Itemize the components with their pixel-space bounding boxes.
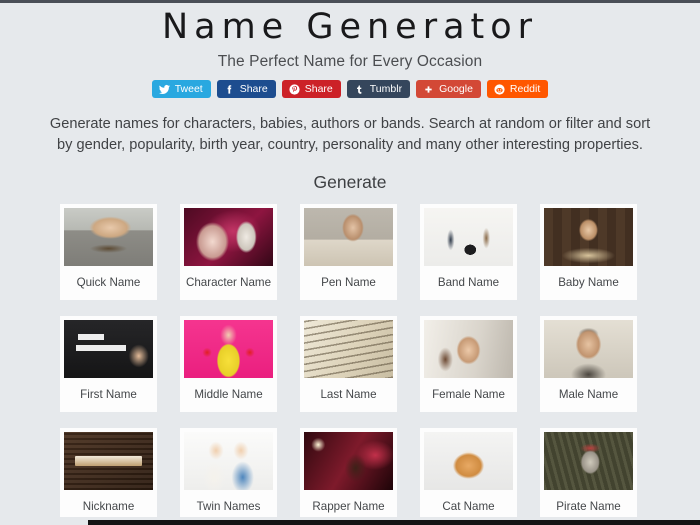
generator-card-last-name[interactable]: Last Name	[300, 315, 397, 412]
generator-card-character-name[interactable]: Character Name	[180, 203, 277, 300]
horizontal-scrollbar-thumb[interactable]	[88, 520, 700, 525]
generator-card-middle-name[interactable]: Middle Name	[180, 315, 277, 412]
horizontal-scrollbar[interactable]	[0, 517, 700, 525]
share-button-twitter-label: Tweet	[174, 83, 203, 95]
generator-card-rapper-name[interactable]: Rapper Name	[300, 427, 397, 524]
generator-card-label: Character Name	[185, 275, 272, 289]
page-title: Name Generator	[161, 7, 539, 47]
woman-yellow-dress-photo	[184, 319, 273, 378]
share-button-tumblr[interactable]: Tumblr	[346, 80, 411, 99]
generator-card-pen-name[interactable]: Pen Name	[300, 203, 397, 300]
generator-card-label: Baby Name	[558, 275, 619, 289]
nickname-wood-sign-photo	[64, 431, 153, 490]
smiling-woman-photo	[424, 319, 513, 378]
generator-card-label: Female Name	[432, 387, 505, 401]
generator-card-quick-name[interactable]: Quick Name	[60, 203, 157, 300]
generator-card-label: Band Name	[437, 275, 500, 289]
orange-kitten-photo	[424, 431, 513, 490]
share-button-reddit-label: Reddit	[509, 83, 541, 95]
rapper-on-stage-photo	[304, 431, 393, 490]
generator-card-female-name[interactable]: Female Name	[420, 315, 517, 412]
generator-card-cat-name[interactable]: Cat Name	[420, 427, 517, 524]
twin-sisters-photo	[184, 431, 273, 490]
generator-card-grid: Quick Name Character Name Pen Name Band …	[60, 203, 640, 524]
share-button-facebook[interactable]: Share	[216, 80, 276, 99]
writer-at-desk-photo	[304, 207, 393, 266]
share-button-pinterest[interactable]: Share	[281, 80, 341, 99]
name-generator-page: Name Generator The Perfect Name for Ever…	[0, 0, 700, 525]
generator-card-baby-name[interactable]: Baby Name	[540, 203, 637, 300]
generator-card-first-name[interactable]: First Name	[60, 315, 157, 412]
share-button-twitter[interactable]: Tweet	[151, 80, 211, 99]
generator-card-twin-names[interactable]: Twin Names	[180, 427, 277, 524]
generator-card-label: Male Name	[558, 387, 619, 401]
masked-woman-photo	[184, 207, 273, 266]
dictionary-surname-photo	[304, 319, 393, 378]
share-button-google-label: Google	[439, 83, 473, 95]
facebook-f-icon	[224, 84, 235, 95]
generator-card-label: Middle Name	[194, 387, 263, 401]
generator-card-label: Last Name	[320, 387, 377, 401]
google-plus-icon	[423, 84, 434, 95]
baby-with-books-photo	[544, 207, 633, 266]
smiling-man-glasses-photo	[544, 319, 633, 378]
generator-card-pirate-name[interactable]: Pirate Name	[540, 427, 637, 524]
tumblr-t-icon	[354, 84, 365, 95]
share-button-google[interactable]: Google	[416, 80, 481, 99]
pinterest-p-icon	[289, 84, 300, 95]
share-button-facebook-label: Share	[239, 83, 268, 95]
generator-card-male-name[interactable]: Male Name	[540, 315, 637, 412]
share-button-pinterest-label: Share	[304, 83, 333, 95]
share-button-reddit[interactable]: Reddit	[486, 80, 549, 99]
generator-card-label: First Name	[80, 387, 137, 401]
generator-card-label: Pen Name	[321, 275, 376, 289]
generator-card-nickname[interactable]: Nickname	[60, 427, 157, 524]
hello-my-name-is-photo	[64, 319, 153, 378]
twitter-bird-icon	[158, 84, 170, 95]
share-button-tumblr-label: Tumblr	[369, 83, 403, 95]
generator-card-band-name[interactable]: Band Name	[420, 203, 517, 300]
generator-card-label: Quick Name	[76, 275, 141, 289]
generate-section-heading: Generate	[313, 171, 387, 192]
rock-band-photo	[424, 207, 513, 266]
social-share-bar: Tweet Share Share Tumblr Google Reddit	[0, 80, 700, 99]
page-description: Generate names for characters, babies, a…	[49, 116, 651, 153]
pirate-skeleton-photo	[544, 431, 633, 490]
page-tagline: The Perfect Name for Every Occasion	[217, 53, 483, 71]
reddit-alien-icon	[494, 84, 505, 95]
skateboarder-photo	[64, 207, 153, 266]
